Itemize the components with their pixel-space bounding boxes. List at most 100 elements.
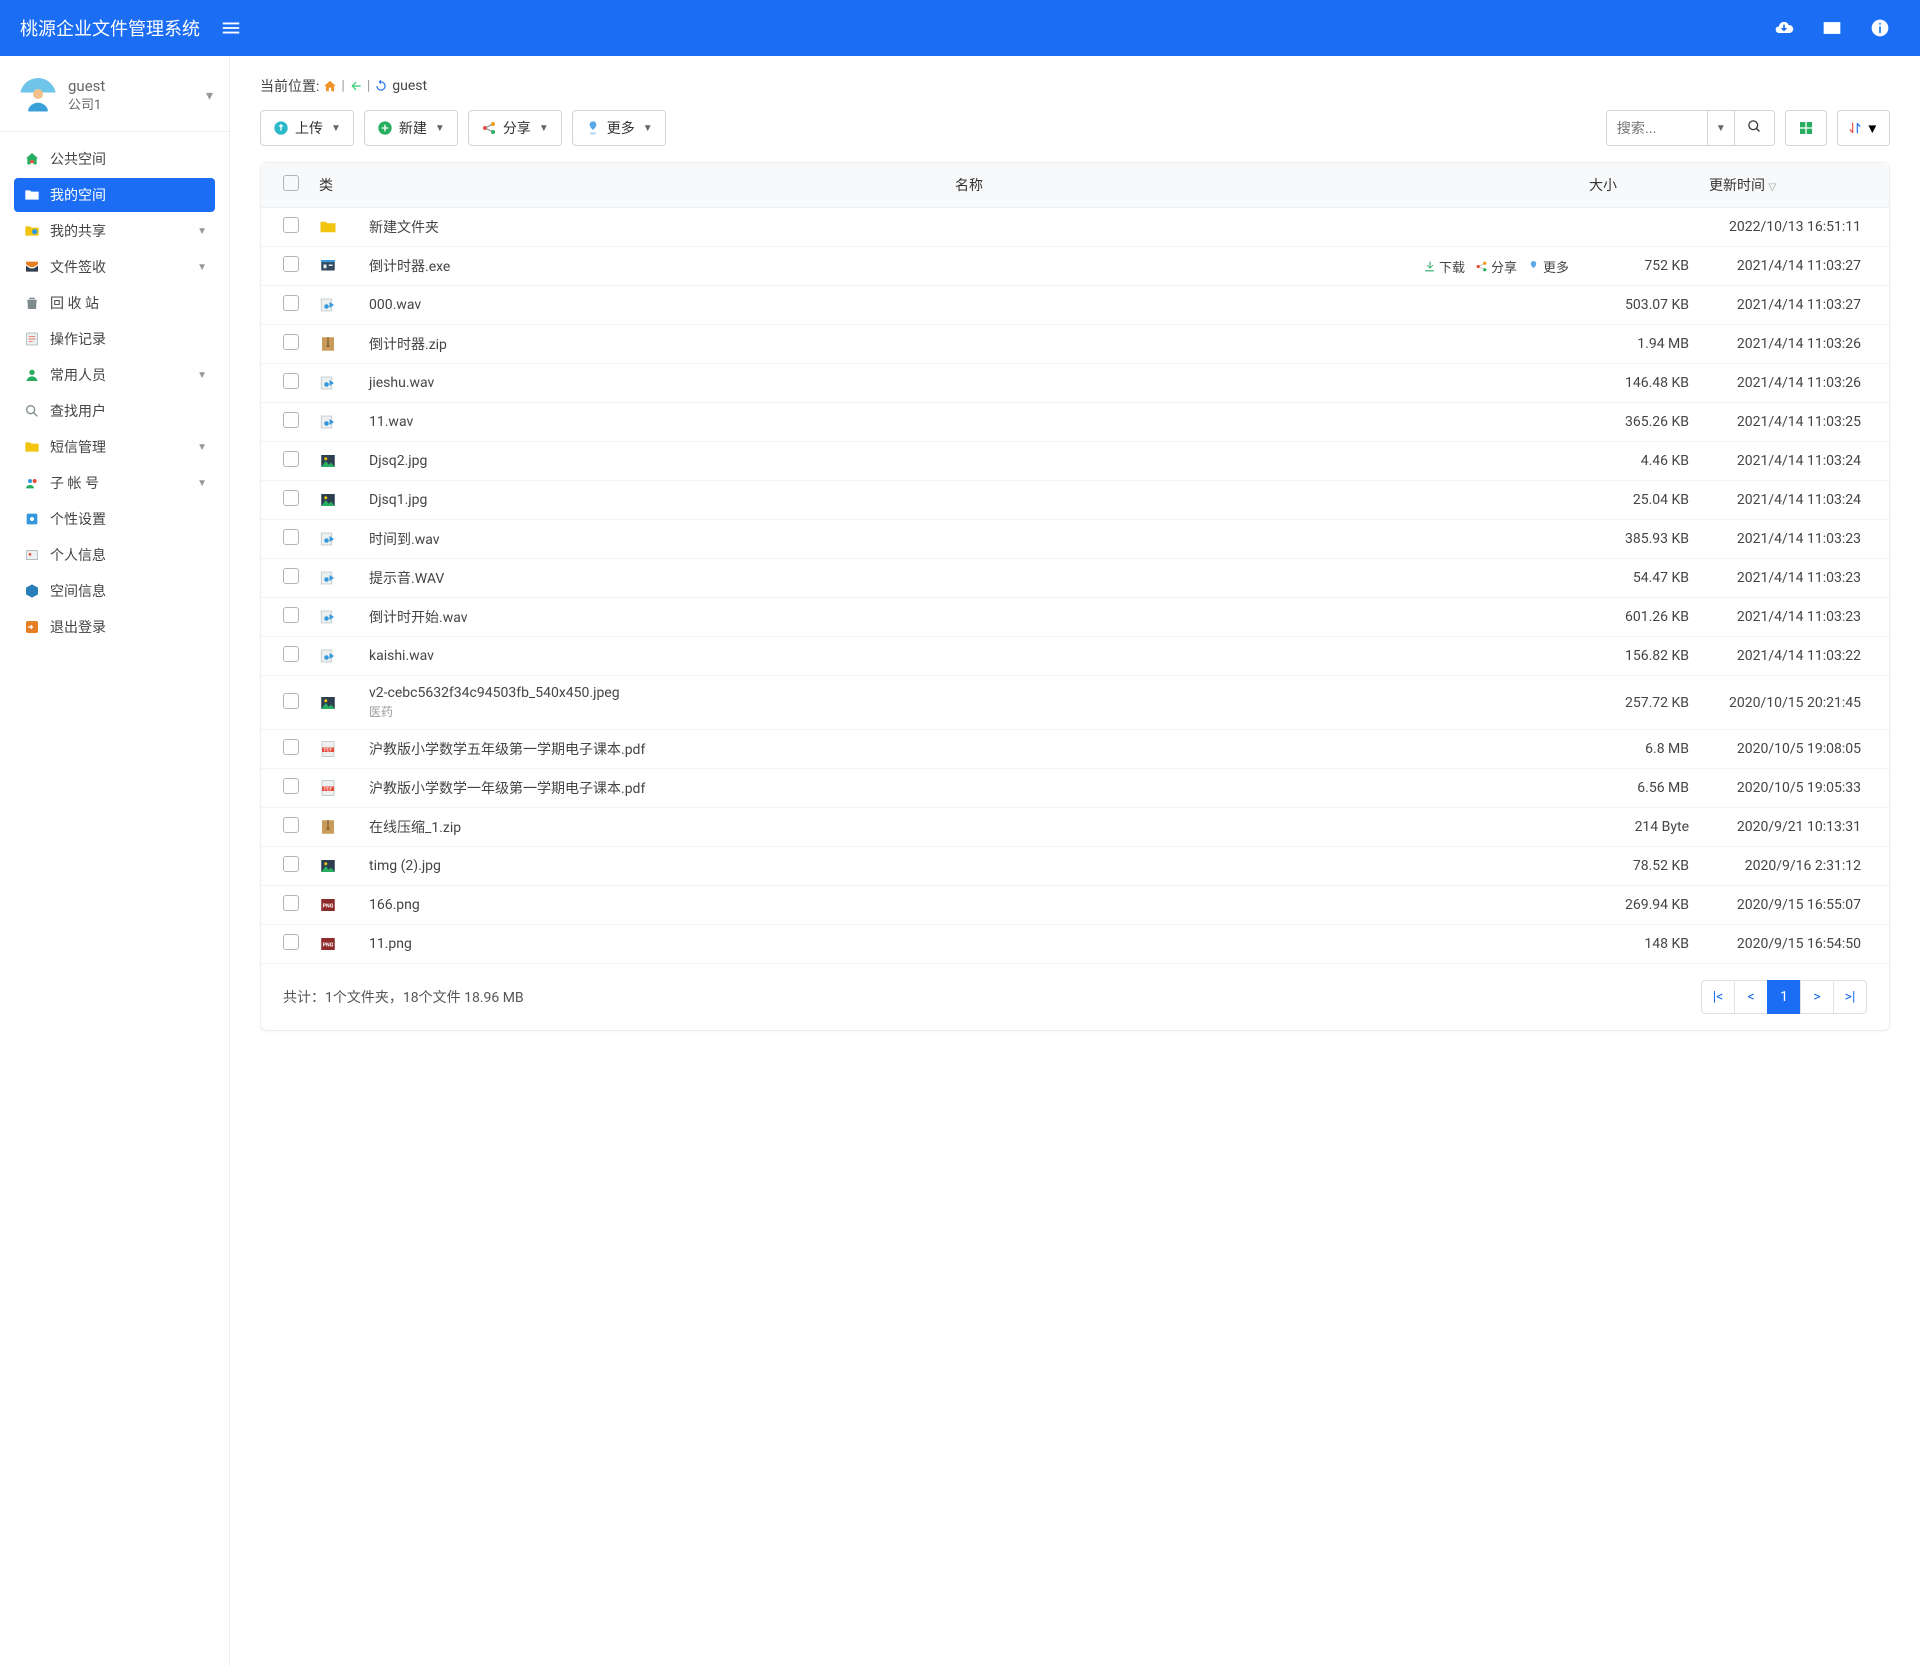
user-block[interactable]: guest 公司1 ▾ xyxy=(0,68,229,132)
row-checkbox[interactable] xyxy=(283,295,299,311)
table-row[interactable]: 倒计时器.exe下载分享更多752 KB2021/4/14 11:03:27 xyxy=(261,247,1889,286)
row-checkbox[interactable] xyxy=(283,934,299,950)
search-options-button[interactable]: ▼ xyxy=(1707,111,1734,145)
row-checkbox[interactable] xyxy=(283,412,299,428)
file-name[interactable]: Djsq2.jpg xyxy=(369,453,427,469)
sidebar-item-2[interactable]: 我的共享▼ xyxy=(14,214,215,248)
sidebar-item-10[interactable]: 个性设置 xyxy=(14,502,215,536)
page-prev-button[interactable]: < xyxy=(1734,980,1768,1014)
row-download-button[interactable]: 下载 xyxy=(1423,257,1465,276)
info-icon[interactable] xyxy=(1870,18,1890,38)
sidebar-item-6[interactable]: 常用人员▼ xyxy=(14,358,215,392)
column-type[interactable]: 类 xyxy=(309,163,359,208)
column-size[interactable]: 大小 xyxy=(1579,163,1699,208)
row-checkbox[interactable] xyxy=(283,607,299,623)
row-checkbox[interactable] xyxy=(283,895,299,911)
row-checkbox[interactable] xyxy=(283,529,299,545)
select-all-checkbox[interactable] xyxy=(283,175,299,191)
row-checkbox[interactable] xyxy=(283,373,299,389)
page-first-button[interactable]: |< xyxy=(1701,980,1735,1014)
refresh-icon[interactable] xyxy=(374,79,388,93)
search-input[interactable] xyxy=(1607,111,1707,145)
row-checkbox[interactable] xyxy=(283,817,299,833)
table-row[interactable]: 倒计时器.zip下载分享更多1.94 MB2021/4/14 11:03:26 xyxy=(261,325,1889,364)
sidebar-item-12[interactable]: 空间信息 xyxy=(14,574,215,608)
table-row[interactable]: 时间到.wav下载分享更多385.93 KB2021/4/14 11:03:23 xyxy=(261,520,1889,559)
sidebar-item-3[interactable]: 文件签收▼ xyxy=(14,250,215,284)
sidebar-item-0[interactable]: 公共空间 xyxy=(14,142,215,176)
row-checkbox[interactable] xyxy=(283,646,299,662)
row-checkbox[interactable] xyxy=(283,256,299,272)
file-name[interactable]: 倒计时器.exe xyxy=(369,259,450,275)
row-checkbox[interactable] xyxy=(283,856,299,872)
table-row[interactable]: 新建文件夹下载分享更多2022/10/13 16:51:11 xyxy=(261,208,1889,247)
cloud-download-icon[interactable] xyxy=(1774,18,1794,38)
new-button[interactable]: 新建▼ xyxy=(364,110,458,146)
sidebar-item-11[interactable]: 个人信息 xyxy=(14,538,215,572)
file-name[interactable]: 提示音.WAV xyxy=(369,571,444,587)
file-name[interactable]: 沪教版小学数学五年级第一学期电子课本.pdf xyxy=(369,742,645,758)
table-row[interactable]: PDF沪教版小学数学一年级第一学期电子课本.pdf下载分享更多6.56 MB20… xyxy=(261,769,1889,808)
file-name[interactable]: jieshu.wav xyxy=(369,375,434,391)
home-icon[interactable] xyxy=(323,79,337,93)
share-button[interactable]: 分享▼ xyxy=(468,110,562,146)
row-checkbox[interactable] xyxy=(283,739,299,755)
row-checkbox[interactable] xyxy=(283,334,299,350)
sidebar-item-5[interactable]: 操作记录 xyxy=(14,322,215,356)
table-row[interactable]: 倒计时开始.wav下载分享更多601.26 KB2021/4/14 11:03:… xyxy=(261,598,1889,637)
table-row[interactable]: 000.wav下载分享更多503.07 KB2021/4/14 11:03:27 xyxy=(261,286,1889,325)
row-checkbox[interactable] xyxy=(283,217,299,233)
file-name[interactable]: 166.png xyxy=(369,897,420,913)
file-name[interactable]: kaishi.wav xyxy=(369,648,434,664)
row-checkbox[interactable] xyxy=(283,778,299,794)
page-last-button[interactable]: >| xyxy=(1833,980,1867,1014)
table-row[interactable]: Djsq1.jpg下载分享更多25.04 KB2021/4/14 11:03:2… xyxy=(261,481,1889,520)
file-name[interactable]: 新建文件夹 xyxy=(369,220,439,236)
breadcrumb-current[interactable]: guest xyxy=(392,78,427,94)
table-row[interactable]: v2-cebc5632f34c94503fb_540x450.jpeg医药下载分… xyxy=(261,676,1889,730)
row-checkbox[interactable] xyxy=(283,693,299,709)
file-name[interactable]: 倒计时开始.wav xyxy=(369,610,468,626)
table-row[interactable]: PNG11.png下载分享更多148 KB2020/9/15 16:54:50 xyxy=(261,925,1889,964)
file-name[interactable]: 倒计时器.zip xyxy=(369,337,447,353)
sidebar-item-1[interactable]: 我的空间 xyxy=(14,178,215,212)
sidebar-item-13[interactable]: 退出登录 xyxy=(14,610,215,644)
search-button[interactable] xyxy=(1734,111,1774,145)
row-share-button[interactable]: 分享 xyxy=(1475,257,1517,276)
file-name[interactable]: 000.wav xyxy=(369,297,421,313)
file-name[interactable]: 沪教版小学数学一年级第一学期电子课本.pdf xyxy=(369,781,645,797)
file-name[interactable]: 时间到.wav xyxy=(369,532,440,548)
table-row[interactable]: PNG166.png下载分享更多269.94 KB2020/9/15 16:55… xyxy=(261,886,1889,925)
sidebar-item-4[interactable]: 回 收 站 xyxy=(14,286,215,320)
row-checkbox[interactable] xyxy=(283,568,299,584)
page-number-button[interactable]: 1 xyxy=(1767,980,1801,1014)
sidebar-item-7[interactable]: 查找用户 xyxy=(14,394,215,428)
row-checkbox[interactable] xyxy=(283,490,299,506)
back-icon[interactable] xyxy=(349,79,363,93)
column-name[interactable]: 名称 xyxy=(359,163,1579,208)
file-name[interactable]: 11.wav xyxy=(369,414,413,430)
table-row[interactable]: Djsq2.jpg下载分享更多4.46 KB2021/4/14 11:03:24 xyxy=(261,442,1889,481)
grid-view-button[interactable] xyxy=(1785,110,1827,146)
file-name[interactable]: timg (2).jpg xyxy=(369,858,441,874)
table-row[interactable]: 提示音.WAV下载分享更多54.47 KB2021/4/14 11:03:23 xyxy=(261,559,1889,598)
page-next-button[interactable]: > xyxy=(1800,980,1834,1014)
upload-button[interactable]: 上传▼ xyxy=(260,110,354,146)
mail-icon[interactable] xyxy=(1822,18,1842,38)
table-row[interactable]: 在线压缩_1.zip下载分享更多214 Byte2020/9/21 10:13:… xyxy=(261,808,1889,847)
row-checkbox[interactable] xyxy=(283,451,299,467)
table-row[interactable]: 11.wav下载分享更多365.26 KB2021/4/14 11:03:25 xyxy=(261,403,1889,442)
sidebar-item-8[interactable]: 短信管理▼ xyxy=(14,430,215,464)
table-row[interactable]: timg (2).jpg下载分享更多78.52 KB2020/9/16 2:31… xyxy=(261,847,1889,886)
column-time[interactable]: 更新时间 ▽ xyxy=(1699,163,1889,208)
table-row[interactable]: PDF沪教版小学数学五年级第一学期电子课本.pdf下载分享更多6.8 MB202… xyxy=(261,730,1889,769)
sort-button[interactable]: ▼ xyxy=(1837,110,1890,146)
table-row[interactable]: jieshu.wav下载分享更多146.48 KB2021/4/14 11:03… xyxy=(261,364,1889,403)
more-button[interactable]: 更多▼ xyxy=(572,110,666,146)
sidebar-item-9[interactable]: 子 帐 号▼ xyxy=(14,466,215,500)
file-name[interactable]: v2-cebc5632f34c94503fb_540x450.jpeg xyxy=(369,685,620,701)
table-row[interactable]: kaishi.wav下载分享更多156.82 KB2021/4/14 11:03… xyxy=(261,637,1889,676)
file-name[interactable]: Djsq1.jpg xyxy=(369,492,427,508)
row-more-button[interactable]: 更多 xyxy=(1527,257,1569,276)
menu-toggle-icon[interactable] xyxy=(220,17,242,39)
